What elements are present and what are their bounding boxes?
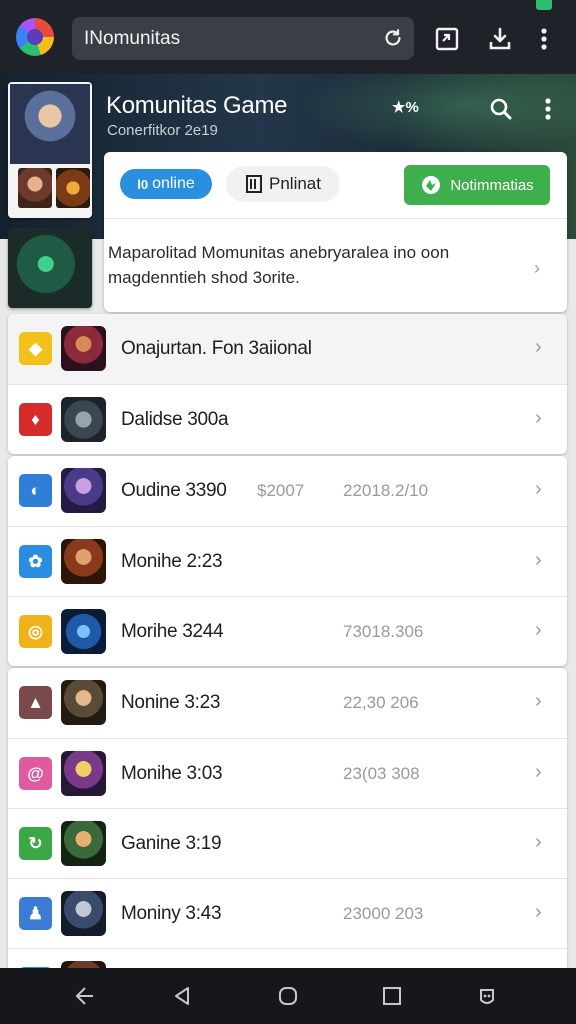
game-thumbnail <box>61 326 106 371</box>
list-item[interactable]: @ Monihe 3:03 23(03 308 › <box>8 738 567 808</box>
recents-square-icon[interactable] <box>380 984 404 1008</box>
chevron-right-icon[interactable]: › <box>535 761 542 784</box>
game-thumbnail <box>61 468 106 513</box>
list-item-label: Monihe 2:23 <box>121 551 223 572</box>
chevron-right-icon[interactable]: › <box>534 258 540 279</box>
list-item-timestamp: 22,30 206 <box>343 693 419 712</box>
chevron-right-icon[interactable]: › <box>535 336 542 359</box>
chevron-right-icon[interactable]: › <box>535 901 542 924</box>
list-item-label: Oudine 3390 <box>121 480 227 501</box>
game-category-icon: ♦ <box>19 403 52 436</box>
online-chip-label: online <box>152 175 195 192</box>
url-bar[interactable]: INomunitas <box>72 17 414 60</box>
chevron-right-icon[interactable]: › <box>535 831 542 854</box>
chevron-right-icon[interactable]: › <box>535 407 542 430</box>
list-item[interactable]: ♟ Moniny 3:43 23000 203 › <box>8 878 567 948</box>
system-navigation-bar <box>0 968 576 1024</box>
game-list-group: ◆ Onajurtan. Fon 3aiional › ♦ Dalidse 300a › <box>8 314 567 454</box>
chevron-right-icon[interactable]: › <box>535 690 542 713</box>
community-description: Maparolitad Momunitas anebryaralea ino o… <box>108 243 450 287</box>
list-item-label: Dalidse 300a <box>121 409 229 430</box>
chevron-right-icon[interactable]: › <box>535 549 542 572</box>
game-category-icon: ✿ <box>19 545 52 578</box>
list-item[interactable]: ♦ Dalidse 300a › <box>8 384 567 454</box>
list-item-timestamp: 22018.2/10 <box>343 481 429 500</box>
header-background-art <box>300 74 576 154</box>
hero-avatar-image <box>10 84 90 164</box>
game-thumbnail <box>61 680 106 725</box>
download-icon[interactable] <box>487 26 513 52</box>
divider <box>104 218 567 219</box>
game-category-icon: @ <box>19 757 52 790</box>
list-item-label: Ganine 3:19 <box>121 833 222 854</box>
game-thumbnail <box>61 539 106 584</box>
list-item-label: Morihe 3244 <box>121 621 224 642</box>
document-icon <box>246 175 262 193</box>
page-title: Komunitas Game <box>106 92 288 119</box>
online-chip[interactable]: l0 online <box>120 169 212 199</box>
home-circle-icon[interactable] <box>276 984 300 1008</box>
community-avatar-card[interactable] <box>8 82 92 218</box>
notifications-button-label: Notimmatias <box>450 176 534 194</box>
list-item-timestamp: 73018.306 <box>343 622 424 641</box>
search-icon[interactable] <box>489 97 513 121</box>
header-more-icon[interactable] <box>540 96 556 122</box>
assistant-icon[interactable] <box>475 984 499 1008</box>
list-item[interactable]: ✿ Monihe 2:23 › <box>8 526 567 596</box>
list-item-timestamp: 23000 203 <box>343 904 424 923</box>
list-item-label: Nonine 3:23 <box>121 692 221 713</box>
list-item-timestamp: 23(03 308 <box>343 764 420 783</box>
game-thumbnail <box>61 397 106 442</box>
star-badge[interactable]: ★% <box>392 98 419 116</box>
game-thumbnail <box>61 751 106 796</box>
status-indicator <box>536 0 552 10</box>
game-list-group: ▲ Nonine 3:23 22,30 206 › @ Monihe 3:03 23(03 … <box>8 668 567 1018</box>
more-vertical-icon[interactable] <box>536 26 552 52</box>
game-category-icon: ♟ <box>19 897 52 930</box>
notification-icon <box>422 176 441 194</box>
game-thumbnail <box>61 891 106 936</box>
list-item-meta: $2007 <box>257 481 305 500</box>
list-item[interactable]: ◎ Morihe 3244 73018.306 › <box>8 596 567 666</box>
game-category-icon: ▲ <box>19 686 52 719</box>
url-text[interactable]: INomunitas <box>84 28 180 50</box>
chevron-right-icon[interactable]: › <box>535 478 542 501</box>
page-subtitle: Conerfitkor 2e19 <box>107 122 218 139</box>
community-banner-thumbnail[interactable] <box>8 228 92 308</box>
chevron-right-icon[interactable]: › <box>535 619 542 642</box>
triangle-back-icon[interactable] <box>170 984 194 1008</box>
list-item-label: Moniny 3:43 <box>121 903 222 924</box>
game-category-icon: ◐ <box>19 474 52 507</box>
browser-logo-icon[interactable] <box>16 18 54 56</box>
game-list-group: ◐ Oudine 3390 $2007 22018.2/10 › ✿ Monihe 2:23… <box>8 456 567 666</box>
game-category-icon: ◆ <box>19 332 52 365</box>
list-item[interactable]: ▲ Nonine 3:23 22,30 206 › <box>8 668 567 738</box>
game-thumbnail <box>61 609 106 654</box>
list-item-label: Onajurtan. Fon 3aiional <box>121 338 312 359</box>
browser-toolbar: INomunitas <box>0 0 576 74</box>
game-category-icon: ↻ <box>19 827 52 860</box>
online-chip-glyph: l0 <box>137 176 149 192</box>
list-item[interactable]: ◐ Oudine 3390 $2007 22018.2/10 › <box>8 456 567 526</box>
tab-switch-icon[interactable] <box>434 26 460 52</box>
game-category-icon: ◎ <box>19 615 52 648</box>
list-item-label: Monihe 3:03 <box>121 763 223 784</box>
filter-chip-label: Pnlinat <box>269 174 321 193</box>
notifications-button[interactable]: Notimmatias <box>404 165 550 205</box>
reload-icon[interactable] <box>382 27 404 49</box>
community-info-card: l0 online Pnlinat Notimmatias Maparolita… <box>104 152 567 312</box>
game-thumbnail <box>61 821 106 866</box>
list-item[interactable]: ↻ Ganine 3:19 › <box>8 808 567 878</box>
filter-chip[interactable]: Pnlinat <box>226 166 340 202</box>
avatar-mini-image <box>18 168 52 208</box>
back-arrow-icon[interactable] <box>73 984 97 1008</box>
list-item[interactable]: ◆ Onajurtan. Fon 3aiional › <box>8 314 567 384</box>
avatar-mini-image <box>56 168 90 208</box>
